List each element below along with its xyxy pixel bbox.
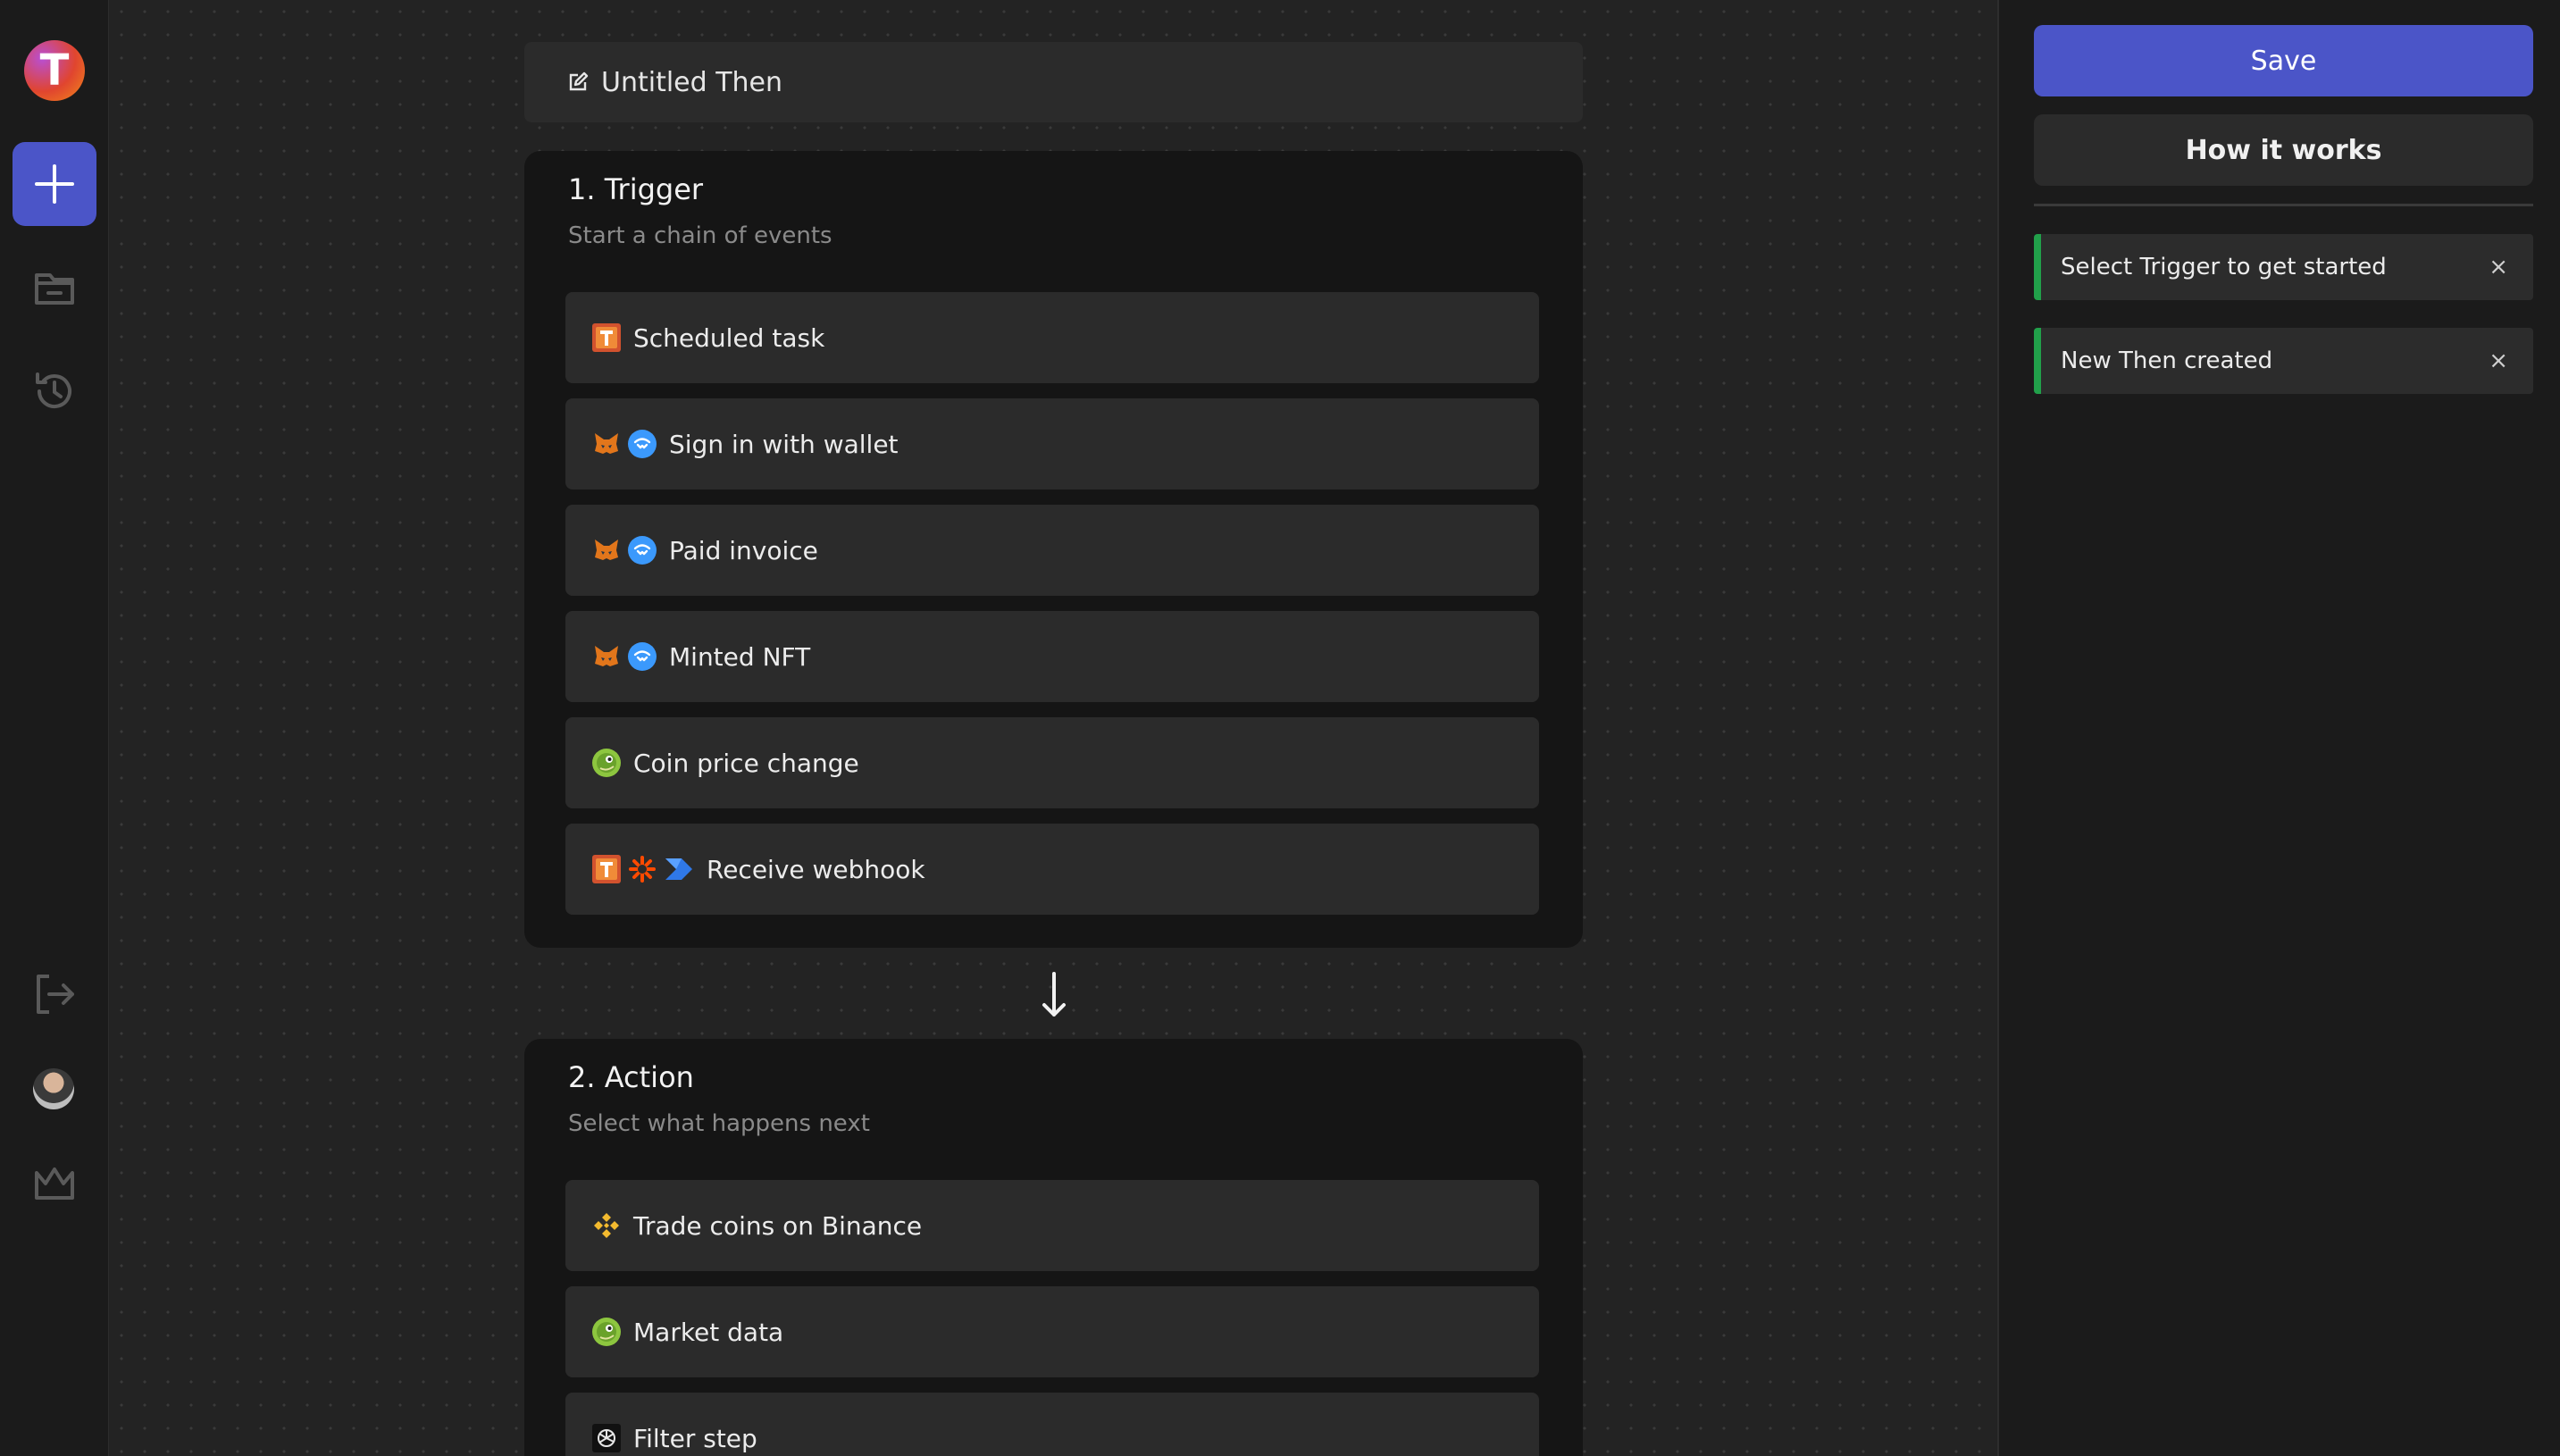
app-logo-letter: T [39,46,70,96]
history-button[interactable] [29,366,79,416]
option-label: Trade coins on Binance [633,1210,923,1241]
walletconnect-icon [628,642,657,671]
option-label: Scheduled task [633,322,825,353]
trigger-title: 1. Trigger [568,172,704,206]
history-icon [36,372,71,409]
option-label: Sign in with wallet [669,429,899,459]
action-subtitle: Select what happens next [568,1110,870,1137]
option-label: Paid invoice [669,535,818,565]
then-title-field[interactable]: Untitled Then [524,42,1583,122]
logout-button[interactable] [29,969,79,1019]
folder-icon [35,273,74,305]
action-option-market-data[interactable]: Market data [565,1286,1539,1377]
option-label: Receive webhook [707,854,925,884]
folder-button[interactable] [29,263,79,313]
trigger-subtitle: Start a chain of events [568,222,832,249]
option-label: Minted NFT [669,641,811,672]
trigger-option-coin-price-change[interactable]: Coin price change [565,717,1539,808]
metamask-fox-icon [592,430,621,458]
walletconnect-icon [628,536,657,565]
then-logo-icon [592,323,621,352]
left-sidebar: T [0,0,109,1456]
right-panel [1999,0,2560,1456]
openai-icon [592,1424,621,1452]
arrow-down-icon [1039,972,1069,1022]
logout-icon [37,975,74,1014]
upgrade-button[interactable] [29,1159,79,1209]
add-icon [35,164,74,204]
close-icon[interactable]: × [2489,347,2508,374]
metamask-fox-icon [592,642,621,671]
trigger-option-receive-webhook[interactable]: Receive webhook [565,824,1539,915]
metamask-fox-icon [592,536,621,565]
action-card: 2. Action Select what happens next Trade… [524,1039,1583,1456]
action-title: 2. Action [568,1060,694,1094]
trigger-option-scheduled-task[interactable]: Scheduled task [565,292,1539,383]
panel-divider-line [2034,204,2533,206]
coingecko-icon [592,1318,621,1346]
toast-select-trigger: Select Trigger to get started × [2034,234,2533,300]
coingecko-icon [592,749,621,777]
option-label: Market data [633,1317,784,1347]
edit-icon [567,71,589,93]
power-automate-icon [664,855,694,883]
trigger-option-minted-nft[interactable]: Minted NFT [565,611,1539,702]
trigger-option-paid-invoice[interactable]: Paid invoice [565,505,1539,596]
add-then-button[interactable] [13,142,96,226]
action-option-filter-step[interactable]: Filter step [565,1393,1539,1456]
trigger-card: 1. Trigger Start a chain of events Sched… [524,151,1583,948]
option-label: Filter step [633,1423,757,1453]
avatar[interactable] [33,1068,74,1109]
binance-icon [592,1211,621,1240]
toast-new-then-created: New Then created × [2034,328,2533,394]
option-label: Coin price change [633,748,859,778]
action-option-trade-coins-binance[interactable]: Trade coins on Binance [565,1180,1539,1271]
then-logo-icon [592,855,621,883]
walletconnect-icon [628,430,657,458]
toast-text: Select Trigger to get started [2061,254,2387,280]
app-logo[interactable]: T [24,40,85,101]
toast-text: New Then created [2061,347,2273,374]
close-icon[interactable]: × [2489,254,2508,280]
save-button[interactable]: Save [2034,25,2533,96]
zapier-icon [628,855,657,883]
then-title: Untitled Then [601,66,783,98]
trigger-option-sign-in-with-wallet[interactable]: Sign in with wallet [565,398,1539,490]
how-it-works-button[interactable]: How it works [2034,114,2533,186]
crown-icon [35,1167,74,1200]
